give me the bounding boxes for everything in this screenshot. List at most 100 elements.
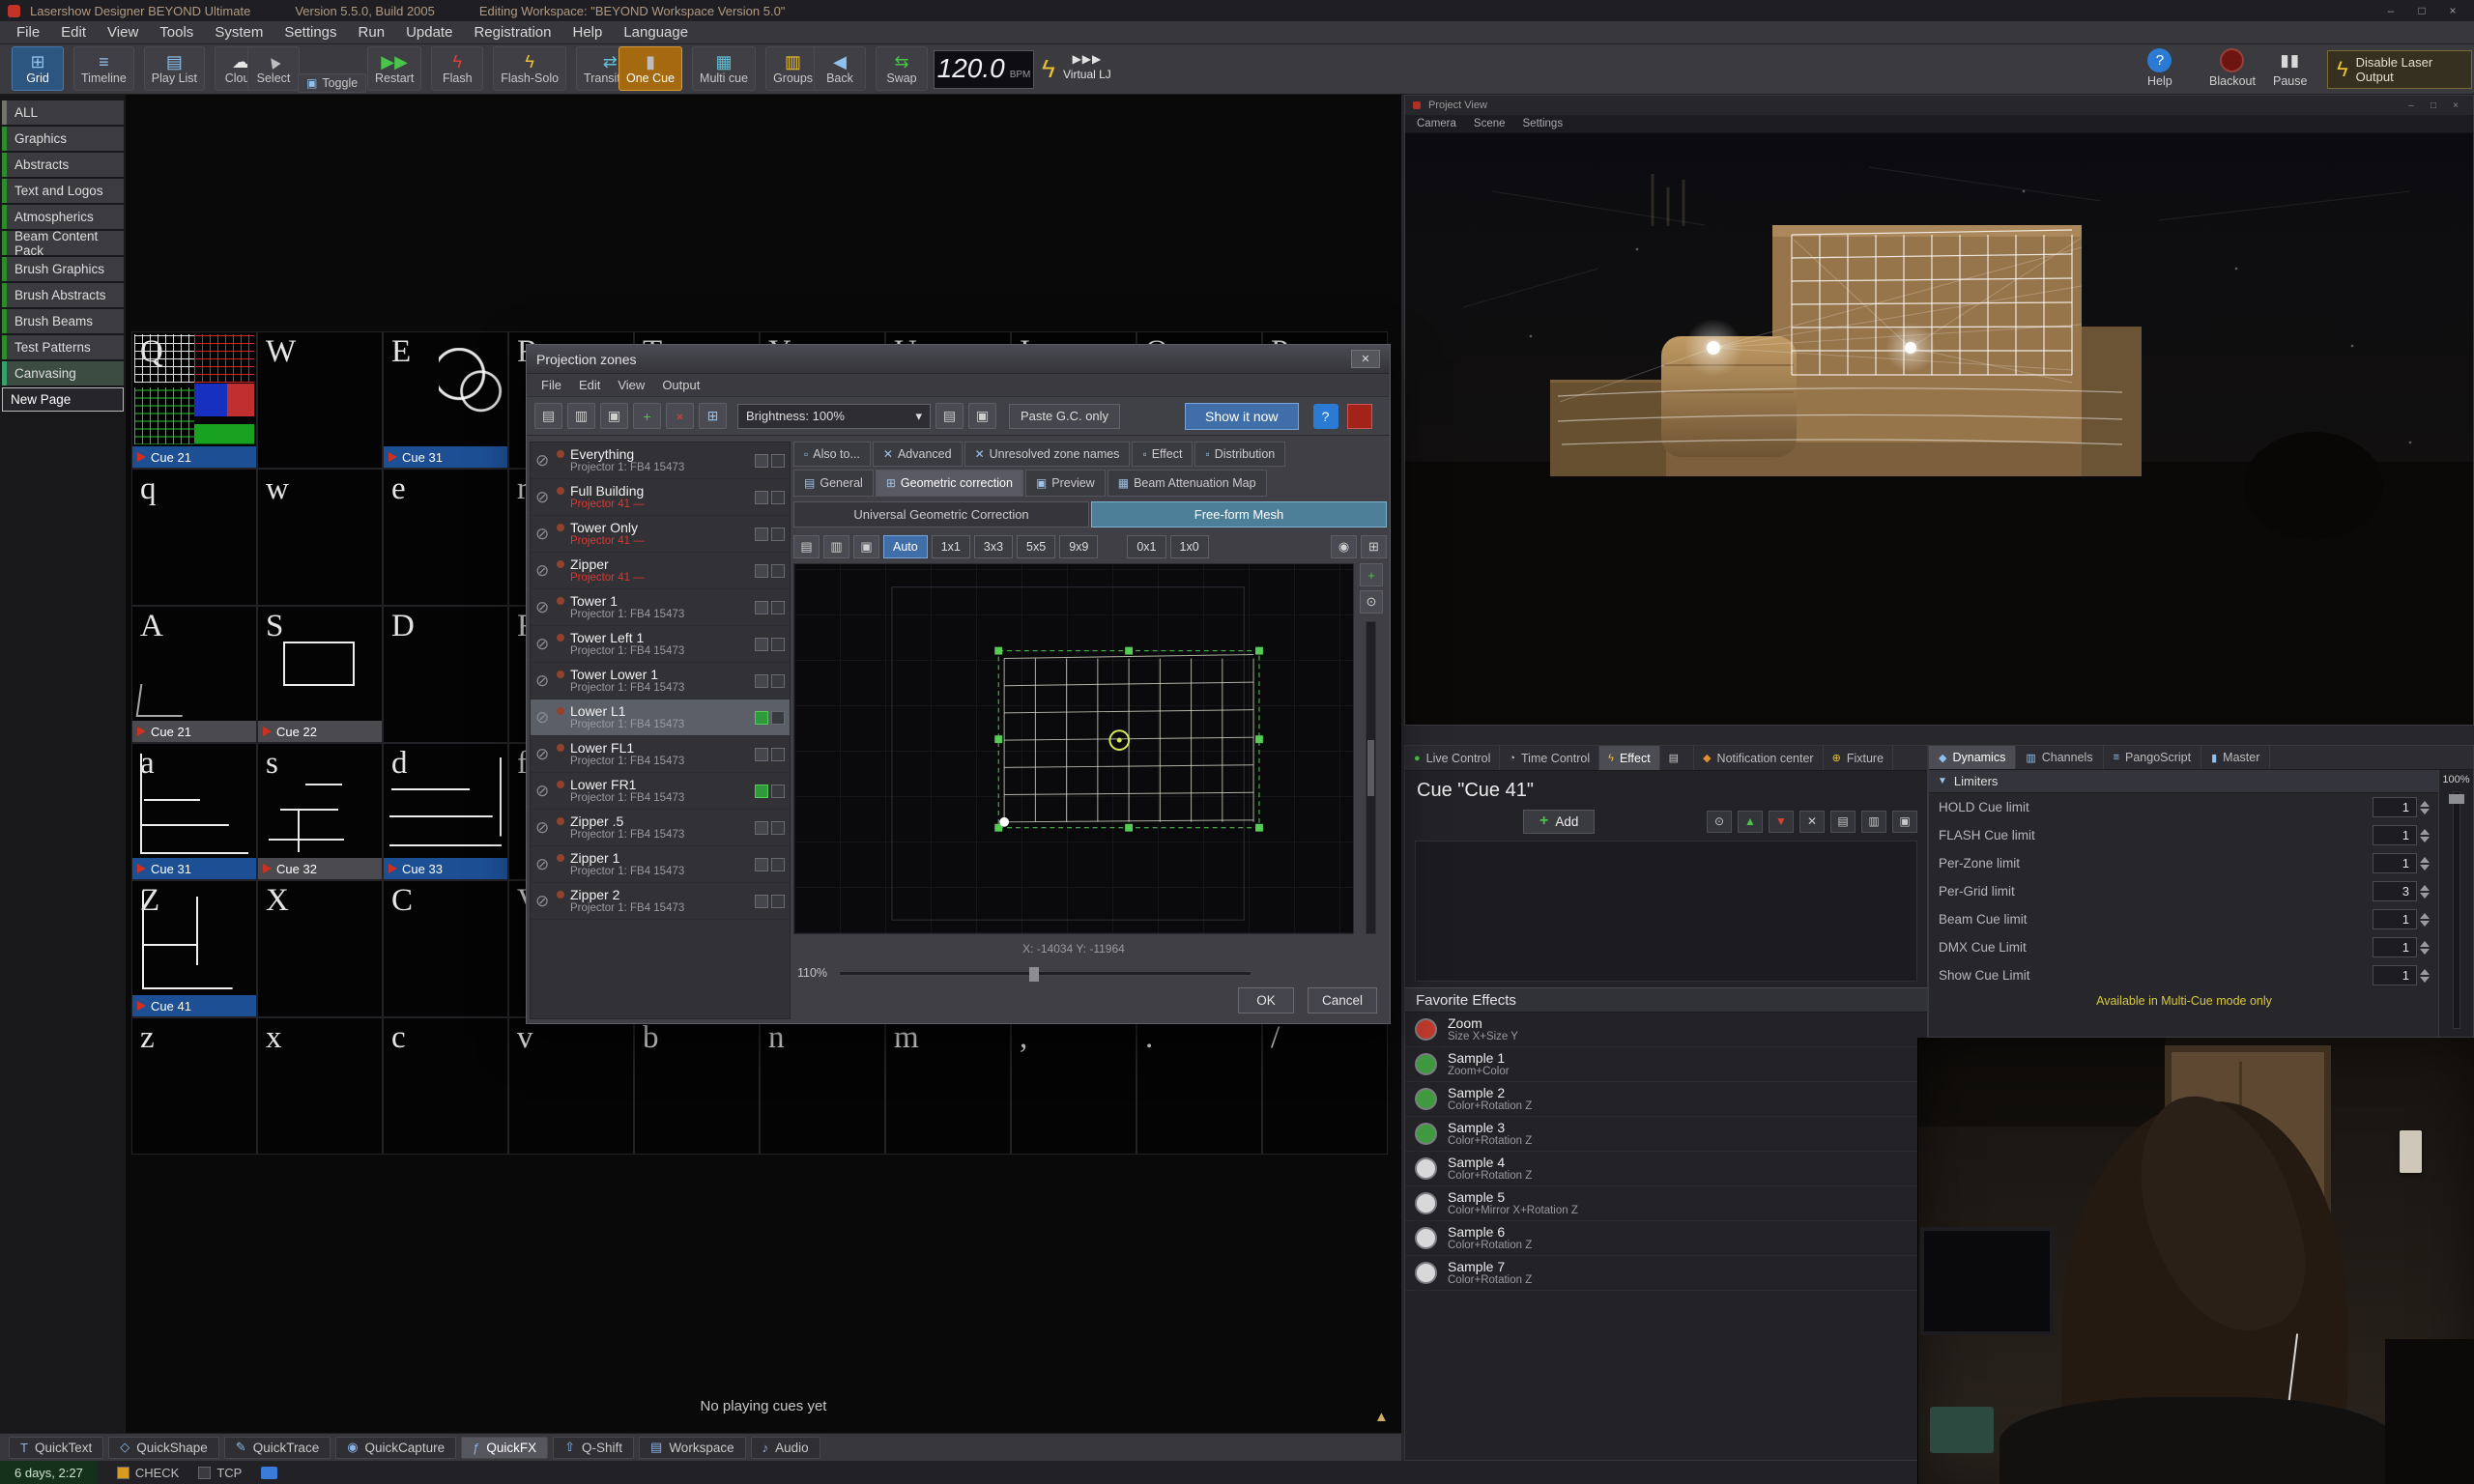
cue-grid-cell[interactable]: Z Cue 41 <box>131 880 257 1017</box>
zone-row[interactable]: Tower Left 1 Projector 1: FB4 15473 <box>531 626 790 663</box>
preview-titlebar[interactable]: Project View –□× <box>1405 96 2473 115</box>
master-slider-track[interactable] <box>2453 791 2460 1029</box>
view-mode-button[interactable]: ≡ Timeline <box>73 46 134 91</box>
cue-grid-cell[interactable]: , <box>1011 1017 1136 1155</box>
check-checkbox[interactable] <box>117 1467 129 1479</box>
sidebar-category-item[interactable]: Test Patterns <box>2 335 124 359</box>
zone-mesh-icon[interactable] <box>755 895 768 908</box>
spinner-down-icon[interactable] <box>2420 893 2430 899</box>
sidebar-category-item[interactable]: Brush Abstracts <box>2 283 124 307</box>
mesh-density-button[interactable]: 9x9 <box>1059 535 1098 558</box>
mesh-density-button[interactable]: Auto <box>883 535 928 558</box>
zone-mesh-icon[interactable] <box>755 601 768 614</box>
effect-move-down-icon[interactable]: ▼ <box>1769 811 1794 833</box>
quick-tool-tab[interactable]: ƒ QuickFX <box>461 1437 548 1459</box>
limiter-spinner[interactable] <box>2420 941 2430 955</box>
zone-row[interactable]: Zipper Projector 41 — <box>531 553 790 589</box>
spinner-down-icon[interactable] <box>2420 865 2430 870</box>
limiter-value-field[interactable]: 1 <box>2373 825 2417 845</box>
favorite-effect-row[interactable]: Sample 6 Color+Rotation Z <box>1405 1221 1927 1256</box>
zone-checkbox[interactable] <box>771 638 785 651</box>
control-tab[interactable]: ◔ Time Control <box>1500 746 1599 770</box>
zone-row[interactable]: Zipper 1 Projector 1: FB4 15473 <box>531 846 790 883</box>
limiter-value-field[interactable]: 1 <box>2373 937 2417 957</box>
window-control-button[interactable]: – <box>2377 4 2404 17</box>
bpm-tap-icon[interactable]: ϟ <box>1042 54 1055 84</box>
quick-tool-tab[interactable]: ◇ QuickShape <box>108 1437 219 1459</box>
spinner-down-icon[interactable] <box>2420 949 2430 955</box>
dialog-menu-item[interactable]: File <box>532 378 570 392</box>
menu-item[interactable]: Help <box>561 22 613 43</box>
grid-expand-icon[interactable]: ▲ <box>1374 1409 1389 1425</box>
mesh-eye-icon[interactable]: ◉ <box>1331 535 1357 558</box>
sidebar-category-item[interactable]: Brush Beams <box>2 309 124 333</box>
preview-window-control[interactable]: □ <box>2424 100 2443 111</box>
cue-label-bar[interactable]: Cue 41 <box>132 995 256 1016</box>
zone-mesh-icon[interactable] <box>755 454 768 468</box>
zone-checkbox[interactable] <box>771 454 785 468</box>
cue-grid-cell[interactable]: w <box>257 469 383 606</box>
pause-button[interactable]: ▮▮ Pause <box>2273 48 2307 88</box>
effect-search-icon[interactable]: ⊙ <box>1707 811 1732 833</box>
zone-row[interactable]: Everything Projector 1: FB4 15473 <box>531 442 790 479</box>
check-toggle[interactable]: CHECK <box>117 1466 180 1480</box>
favorite-effect-row[interactable]: Sample 1 Zoom+Color <box>1405 1047 1927 1082</box>
zone-mesh-icon[interactable] <box>755 564 768 578</box>
zone-mesh-icon[interactable] <box>755 491 768 504</box>
cue-label-bar[interactable]: Cue 33 <box>384 858 507 879</box>
zone-row[interactable]: Tower Only Projector 41 — <box>531 516 790 553</box>
mesh-grid-icon[interactable]: ⊞ <box>1361 535 1387 558</box>
cue-grid-cell[interactable]: E Cue 31 <box>383 331 508 469</box>
cue-grid-cell[interactable]: q <box>131 469 257 606</box>
limiter-spinner[interactable] <box>2420 801 2430 814</box>
limiter-spinner[interactable] <box>2420 913 2430 927</box>
preview-menu-item[interactable]: Scene <box>1474 118 1506 129</box>
zone-row[interactable]: Tower Lower 1 Projector 1: FB4 15473 <box>531 663 790 699</box>
zone-tab[interactable]: ▫ Effect <box>1132 442 1193 467</box>
mesh-density-button[interactable]: 5x5 <box>1017 535 1055 558</box>
zoom-slider-thumb[interactable] <box>1029 967 1039 982</box>
sidebar-category-item[interactable]: Graphics <box>2 127 124 151</box>
control-tab[interactable]: ● Live Control <box>1405 746 1500 770</box>
correction-mode-button[interactable]: Free-form Mesh <box>1091 501 1387 528</box>
blackout-button[interactable]: Blackout <box>2209 48 2256 88</box>
cue-grid-cell[interactable]: S Cue 22 <box>257 606 383 743</box>
mesh-new-icon[interactable]: ▤ <box>793 535 820 558</box>
spinner-up-icon[interactable] <box>2420 969 2430 975</box>
zone-checkbox[interactable] <box>771 711 785 725</box>
limiter-value-field[interactable]: 1 <box>2373 909 2417 929</box>
mesh-save-icon[interactable]: ▣ <box>853 535 879 558</box>
limiter-spinner[interactable] <box>2420 857 2430 870</box>
bpm-display[interactable]: 120.0 BPM <box>934 50 1034 89</box>
menu-item[interactable]: File <box>6 22 50 43</box>
cue-grid-cell[interactable]: . <box>1136 1017 1262 1155</box>
quick-tool-tab[interactable]: ♪ Audio <box>751 1437 820 1459</box>
zone-row[interactable]: Lower FL1 Projector 1: FB4 15473 <box>531 736 790 773</box>
sidebar-category-item[interactable]: Text and Logos <box>2 179 124 203</box>
favorite-effect-row[interactable]: Sample 2 Color+Rotation Z <box>1405 1082 1927 1117</box>
tcp-checkbox[interactable] <box>198 1467 211 1479</box>
favorite-effect-row[interactable]: Sample 5 Color+Mirror X+Rotation Z <box>1405 1186 1927 1221</box>
menu-item[interactable]: System <box>204 22 273 43</box>
quick-tool-tab[interactable]: ✎ QuickTrace <box>224 1437 331 1459</box>
cue-grid-cell[interactable]: s Cue 32 <box>257 743 383 880</box>
dialog-menu-item[interactable]: Edit <box>570 378 609 392</box>
dialog-titlebar[interactable]: Projection zones ✕ <box>527 345 1390 374</box>
tcp-toggle[interactable]: TCP <box>198 1466 242 1480</box>
save-icon[interactable]: ▣ <box>600 403 628 429</box>
effect-clear-icon[interactable]: ✕ <box>1799 811 1825 833</box>
preview-menu-item[interactable]: Settings <box>1523 118 1564 129</box>
transport-button[interactable]: ▶▶ Restart <box>367 46 421 91</box>
dynamics-tab[interactable]: ≡ PangoScript <box>2104 746 2202 769</box>
menu-item[interactable]: Registration <box>463 22 561 43</box>
add-zone-icon[interactable]: + <box>633 403 661 429</box>
zone-mesh-icon[interactable] <box>755 858 768 871</box>
zone-checkbox[interactable] <box>771 785 785 798</box>
help-button[interactable]: ? Help <box>2147 48 2172 88</box>
spinner-down-icon[interactable] <box>2420 977 2430 983</box>
control-tab[interactable]: ϟ Effect <box>1599 746 1660 770</box>
control-tab[interactable]: ◆ Notification center <box>1694 746 1824 770</box>
zone-tab[interactable]: ✕ Advanced <box>873 442 963 467</box>
menu-item[interactable]: Update <box>395 22 463 43</box>
zone-tab[interactable]: ▫ Distribution <box>1194 442 1285 467</box>
